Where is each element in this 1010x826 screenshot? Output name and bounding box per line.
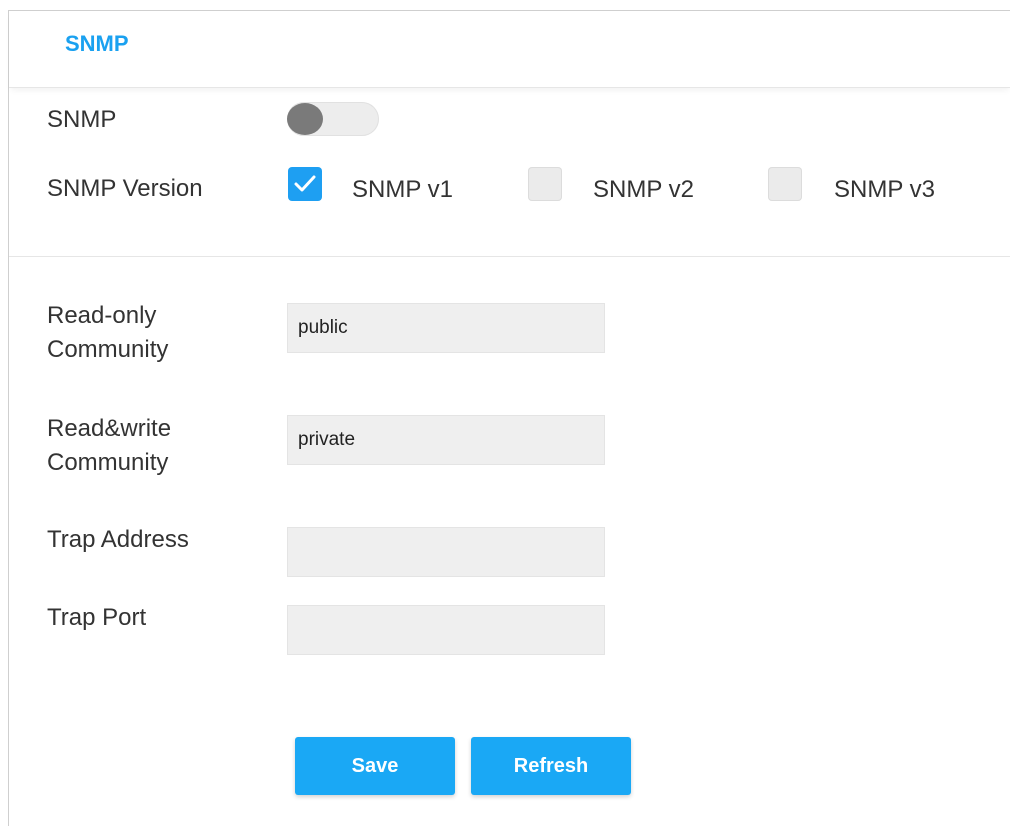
snmp-version-label: SNMP Version [47,175,203,202]
read-write-label-line1: Read&write [47,415,172,442]
check-icon [294,175,316,192]
snmp-v2-label: SNMP v2 [593,176,694,203]
snmp-toggle[interactable] [287,102,379,136]
snmp-v1-checkbox[interactable] [288,167,322,201]
read-write-label-line2: Community [47,449,169,476]
read-only-label-line1: Read-only [47,302,157,329]
page-title: SNMP [65,31,129,56]
toggle-knob [287,103,323,135]
refresh-button[interactable]: Refresh [471,737,631,795]
snmp-v2-checkbox[interactable] [528,167,562,201]
read-only-community-input[interactable] [287,303,605,353]
snmp-v1-label: SNMP v1 [352,176,453,203]
panel-header: SNMP [9,11,1010,88]
snmp-v3-label: SNMP v3 [834,176,935,203]
trap-port-input[interactable] [287,605,605,655]
snmp-label: SNMP [47,106,117,133]
save-button[interactable]: Save [295,737,455,795]
trap-port-label: Trap Port [47,604,147,631]
read-write-community-input[interactable] [287,415,605,465]
section-divider [9,256,1010,257]
trap-address-label: Trap Address [47,526,189,553]
trap-address-input[interactable] [287,527,605,577]
snmp-panel: SNMP SNMP SNMP Version SNMP v1 SNMP v2 S… [8,10,1010,826]
read-only-label-line2: Community [47,336,169,363]
snmp-v3-checkbox[interactable] [768,167,802,201]
